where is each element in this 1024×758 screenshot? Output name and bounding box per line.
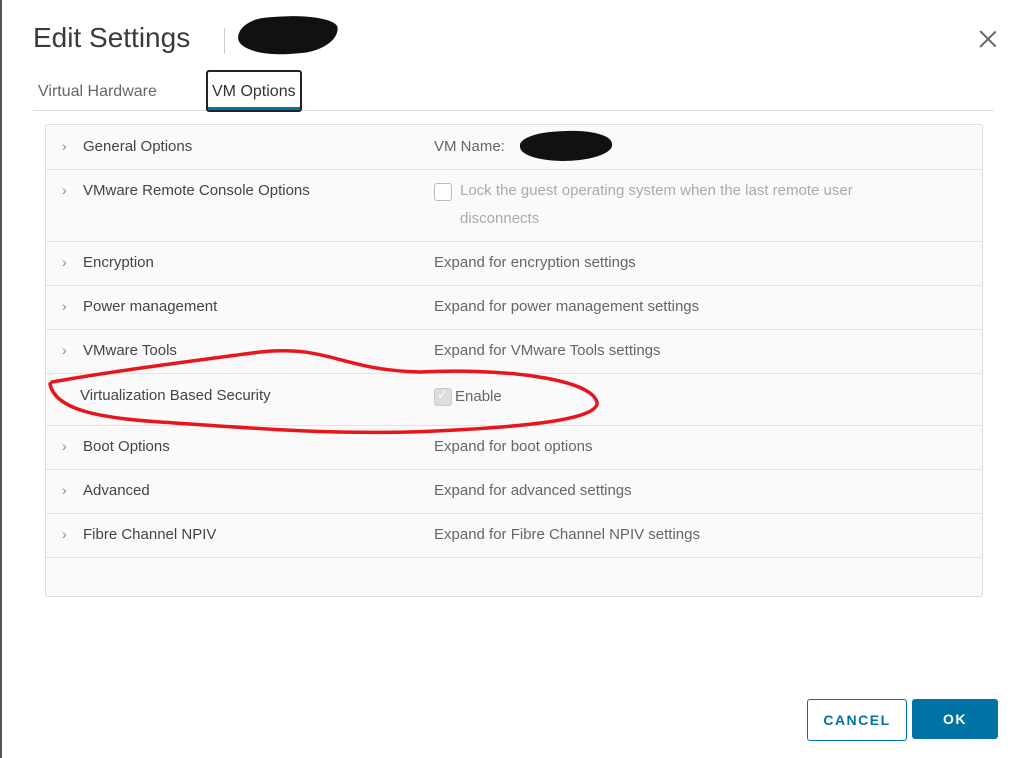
- chevron-right-icon[interactable]: ›: [62, 526, 67, 542]
- row-remote-console[interactable]: › VMware Remote Console Options Lock the…: [46, 169, 982, 242]
- row-value: Expand for advanced settings: [434, 482, 632, 499]
- row-label: General Options: [83, 138, 193, 155]
- row-vbs: Virtualization Based Security Enable: [46, 373, 982, 426]
- row-label: Power management: [83, 298, 218, 315]
- chevron-right-icon[interactable]: ›: [62, 438, 67, 454]
- tab-virtual-hardware[interactable]: Virtual Hardware: [38, 70, 157, 110]
- row-encryption[interactable]: › Encryption Expand for encryption setti…: [46, 241, 982, 286]
- chevron-right-icon[interactable]: ›: [62, 138, 67, 154]
- chevron-right-icon[interactable]: ›: [62, 254, 67, 270]
- lock-guest-checkbox[interactable]: [434, 183, 452, 201]
- row-general-options[interactable]: › General Options VM Name:: [46, 125, 982, 170]
- row-value: Enable: [455, 388, 502, 405]
- redacted-vm-name: [519, 128, 613, 164]
- row-value: Lock the guest operating system when the…: [460, 182, 853, 199]
- row-fibre-channel[interactable]: › Fibre Channel NPIV Expand for Fibre Ch…: [46, 513, 982, 558]
- redacted-vm-name: [236, 12, 340, 58]
- row-label: Fibre Channel NPIV: [83, 526, 217, 543]
- row-value: Expand for VMware Tools settings: [434, 342, 661, 359]
- chevron-right-icon[interactable]: ›: [62, 182, 67, 198]
- dialog-title: Edit Settings: [33, 22, 191, 53]
- row-advanced[interactable]: › Advanced Expand for advanced settings: [46, 469, 982, 514]
- window-edge: [0, 0, 2, 758]
- row-value: VM Name:: [434, 138, 505, 155]
- chevron-right-icon[interactable]: ›: [62, 482, 67, 498]
- cancel-button[interactable]: CANCEL: [807, 699, 907, 741]
- tab-bar: Virtual Hardware VM Options: [33, 70, 994, 112]
- row-value: Expand for Fibre Channel NPIV settings: [434, 526, 700, 543]
- row-label: Advanced: [83, 482, 150, 499]
- row-label: VMware Tools: [83, 342, 177, 359]
- close-icon[interactable]: [977, 28, 999, 50]
- row-label: VMware Remote Console Options: [83, 182, 310, 199]
- chevron-right-icon[interactable]: ›: [62, 298, 67, 314]
- row-value: Expand for encryption settings: [434, 254, 636, 271]
- vbs-enable-checkbox[interactable]: [434, 387, 452, 406]
- row-vmware-tools[interactable]: › VMware Tools Expand for VMware Tools s…: [46, 329, 982, 374]
- row-power-management[interactable]: › Power management Expand for power mana…: [46, 285, 982, 330]
- options-panel: › General Options VM Name: › VMware Remo…: [45, 124, 983, 597]
- row-label: Encryption: [83, 254, 154, 271]
- chevron-right-icon[interactable]: ›: [62, 342, 67, 358]
- row-label: Virtualization Based Security: [80, 387, 271, 404]
- row-value: Expand for power management settings: [434, 298, 700, 315]
- ok-button[interactable]: OK: [912, 699, 998, 739]
- row-label: Boot Options: [83, 438, 170, 455]
- row-value: Expand for boot options: [434, 438, 593, 455]
- row-value-cont: disconnects: [460, 210, 540, 227]
- row-boot-options[interactable]: › Boot Options Expand for boot options: [46, 425, 982, 470]
- tab-vm-options[interactable]: VM Options: [206, 70, 302, 112]
- title-separator: [224, 28, 225, 54]
